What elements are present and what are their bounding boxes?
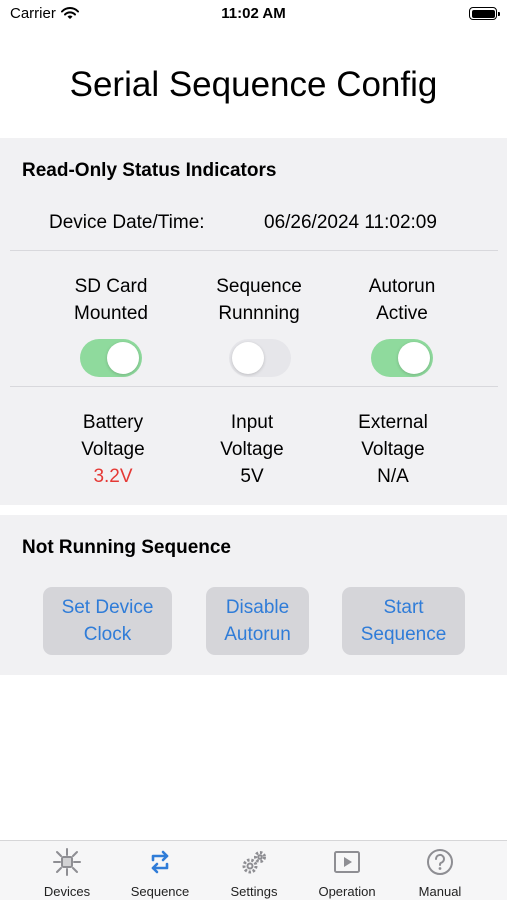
external-voltage-value: N/A (377, 466, 409, 487)
autorun-active-label: Autorun Active (368, 276, 436, 324)
action-panel-heading: Not Running Sequence (22, 537, 231, 558)
toggle-knob (232, 342, 264, 374)
tab-label: Sequence (130, 884, 190, 899)
devices-icon (53, 848, 81, 876)
tab-settings[interactable]: Settings (209, 841, 299, 900)
battery-icon (469, 7, 500, 20)
tab-operation[interactable]: Operation (302, 841, 392, 900)
sd-card-mounted-label: SD Card Mounted (74, 276, 148, 324)
sequence-icon (151, 850, 169, 874)
status-bar: Carrier 11:02 AM (0, 0, 507, 30)
autorun-active-toggle (371, 339, 433, 377)
gears-icon (242, 851, 266, 874)
device-datetime-label: Device Date/Time: (49, 212, 205, 233)
tab-devices[interactable]: Devices (22, 841, 112, 900)
battery-voltage-group: Battery Voltage 3.2V (43, 409, 183, 490)
external-voltage-group: External Voltage N/A (323, 409, 463, 490)
set-device-clock-button[interactable]: Set Device Clock (43, 587, 172, 655)
tab-label: Operation (318, 884, 376, 899)
tab-manual[interactable]: Manual (395, 841, 485, 900)
sd-card-mounted-toggle (80, 339, 142, 377)
tab-label: Manual (418, 884, 462, 899)
divider (10, 386, 498, 387)
disable-autorun-button[interactable]: Disable Autorun (206, 587, 309, 655)
toggle-knob (398, 342, 430, 374)
battery-voltage-value: 3.2V (93, 466, 133, 487)
tab-bar: Devices Sequence Settings Operation Manu… (0, 840, 507, 900)
start-sequence-button[interactable]: Start Sequence (342, 587, 465, 655)
input-voltage-group: Input Voltage 5V (182, 409, 322, 490)
status-bar-time: 11:02 AM (221, 5, 286, 22)
divider (10, 250, 498, 251)
page-title: Serial Sequence Config (69, 65, 438, 104)
status-panel-heading: Read-Only Status Indicators (22, 160, 277, 181)
tab-label: Settings (230, 884, 278, 899)
toggle-knob (107, 342, 139, 374)
play-icon (334, 851, 360, 873)
input-voltage-value: 5V (240, 466, 264, 487)
sequence-running-label: Sequence Runnning (216, 276, 302, 324)
device-datetime-value: 06/26/2024 11:02:09 (264, 212, 437, 233)
sequence-running-toggle (229, 339, 291, 377)
tab-label: Devices (43, 884, 91, 899)
tab-sequence[interactable]: Sequence (115, 841, 205, 900)
help-icon (427, 849, 453, 875)
